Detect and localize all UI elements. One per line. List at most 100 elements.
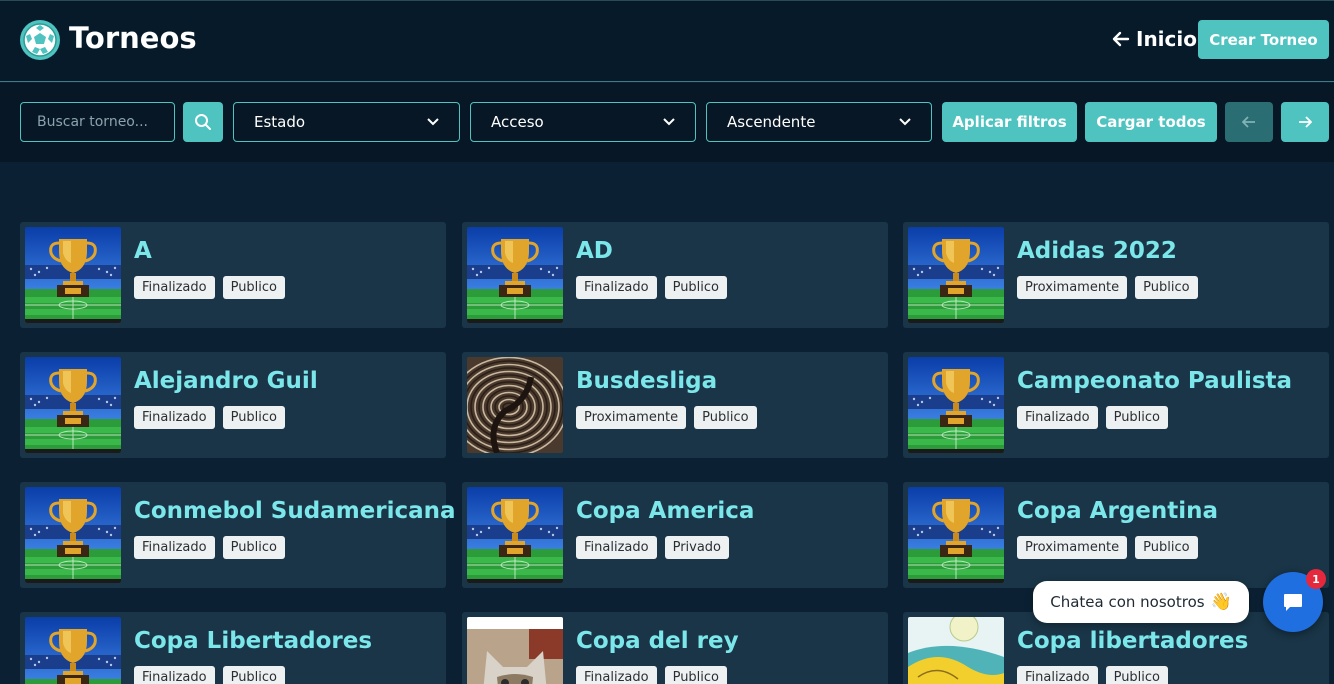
status-badge: Finalizado xyxy=(134,666,215,684)
status-select[interactable]: Estado xyxy=(233,102,460,142)
trophy-thumbnail xyxy=(467,487,563,583)
tournament-tags: Finalizado Publico xyxy=(134,276,286,299)
search-button[interactable] xyxy=(183,102,223,142)
tournament-tags: Proximamente Publico xyxy=(576,406,757,429)
tournament-card[interactable]: Copa del rey Finalizado Publico xyxy=(462,612,888,684)
arrow-left-icon xyxy=(1242,116,1255,128)
tournament-tags: Finalizado Publico xyxy=(134,536,286,559)
sketch-thumbnail xyxy=(908,617,1004,684)
home-link-label: Inicio xyxy=(1136,27,1197,51)
prev-page-button[interactable] xyxy=(1225,102,1273,142)
chevron-down-icon xyxy=(427,118,439,126)
chat-bubble[interactable]: Chatea con nosotros 👋 xyxy=(1033,581,1249,623)
tournament-tags: Finalizado Privado xyxy=(576,536,730,559)
trophy-thumbnail xyxy=(25,617,121,684)
home-link[interactable]: Inicio xyxy=(1110,27,1197,51)
chat-bubble-text: Chatea con nosotros xyxy=(1050,593,1205,611)
filter-bar: Buscar torneo... Estado Acceso Ascendent… xyxy=(0,83,1334,162)
tournament-card[interactable]: AD Finalizado Publico xyxy=(462,222,888,328)
page-title: Torneos xyxy=(69,21,197,55)
status-badge: Proximamente xyxy=(576,406,687,429)
tournament-card[interactable]: A Finalizado Publico xyxy=(20,222,446,328)
status-badge: Proximamente xyxy=(1017,536,1128,559)
kitten-thumbnail xyxy=(467,617,563,684)
trophy-thumbnail xyxy=(908,357,1004,453)
tournament-card[interactable]: Adidas 2022 Proximamente Publico xyxy=(903,222,1329,328)
access-badge: Publico xyxy=(222,536,286,559)
access-badge: Publico xyxy=(1105,406,1169,429)
tournament-name[interactable]: Alejandro Guil xyxy=(134,368,318,394)
tournament-card[interactable]: Conmebol Sudamericana Finalizado Publico xyxy=(20,482,456,588)
tournament-tags: Finalizado Publico xyxy=(576,276,728,299)
trophy-thumbnail xyxy=(908,227,1004,323)
access-badge: Publico xyxy=(694,406,757,429)
status-badge: Finalizado xyxy=(1017,666,1098,684)
tournament-name[interactable]: A xyxy=(134,238,152,264)
tournament-card[interactable]: Copa Libertadores Finalizado Publico xyxy=(20,612,446,684)
access-badge: Publico xyxy=(222,406,286,429)
search-icon xyxy=(195,114,211,130)
chat-icon xyxy=(1284,594,1302,611)
access-badge: Publico xyxy=(1135,276,1198,299)
tournament-name[interactable]: Copa Libertadores xyxy=(134,628,372,654)
tournament-name[interactable]: Copa Argentina xyxy=(1017,498,1218,524)
tournament-name[interactable]: Copa libertadores xyxy=(1017,628,1248,654)
tournament-name[interactable]: Conmebol Sudamericana xyxy=(134,498,456,524)
tournament-tags: Proximamente Publico xyxy=(1017,276,1198,299)
next-page-button[interactable] xyxy=(1281,102,1329,142)
status-badge: Finalizado xyxy=(134,276,215,299)
abstract-thumbnail xyxy=(467,357,563,453)
status-badge: Finalizado xyxy=(576,666,657,684)
access-badge: Privado xyxy=(664,536,730,559)
order-select[interactable]: Ascendente xyxy=(706,102,932,142)
tournament-tags: Finalizado Publico xyxy=(134,666,286,684)
tournament-name[interactable]: AD xyxy=(576,238,613,264)
tournament-tags: Finalizado Publico xyxy=(576,666,728,684)
soccer-ball-icon xyxy=(20,20,60,60)
access-badge: Publico xyxy=(1105,666,1169,684)
tournament-card[interactable]: Alejandro Guil Finalizado Publico xyxy=(20,352,446,458)
tournament-card[interactable]: Copa Argentina Proximamente Publico xyxy=(903,482,1329,588)
tournament-tags: Finalizado Publico xyxy=(134,406,286,429)
status-badge: Finalizado xyxy=(134,406,215,429)
create-tournament-button[interactable]: Crear Torneo xyxy=(1198,20,1329,59)
access-badge: Publico xyxy=(222,666,286,684)
access-badge: Publico xyxy=(664,666,728,684)
status-select-value: Estado xyxy=(254,113,306,131)
tournament-name[interactable]: Copa America xyxy=(576,498,754,524)
trophy-thumbnail xyxy=(908,487,1004,583)
tournament-card[interactable]: Campeonato Paulista Finalizado Publico xyxy=(903,352,1329,458)
access-badge: Publico xyxy=(222,276,286,299)
status-badge: Finalizado xyxy=(1017,406,1098,429)
trophy-thumbnail xyxy=(467,227,563,323)
tournament-tags: Proximamente Publico xyxy=(1017,536,1198,559)
tournament-tags: Finalizado Publico xyxy=(1017,406,1169,429)
apply-filters-button[interactable]: Aplicar filtros xyxy=(942,102,1077,142)
trophy-thumbnail xyxy=(25,487,121,583)
access-select-value: Acceso xyxy=(491,113,544,131)
chevron-down-icon xyxy=(663,118,675,126)
arrow-right-icon xyxy=(1299,116,1312,128)
tournament-name[interactable]: Busdesliga xyxy=(576,368,717,394)
tournament-name[interactable]: Campeonato Paulista xyxy=(1017,368,1292,394)
tournament-name[interactable]: Copa del rey xyxy=(576,628,739,654)
trophy-thumbnail xyxy=(25,227,121,323)
tournament-card[interactable]: Busdesliga Proximamente Publico xyxy=(462,352,888,458)
arrow-left-icon xyxy=(1112,31,1130,47)
chevron-down-icon xyxy=(899,118,911,126)
tournament-name[interactable]: Adidas 2022 xyxy=(1017,238,1177,264)
tournament-tags: Finalizado Publico xyxy=(1017,666,1169,684)
status-badge: Proximamente xyxy=(1017,276,1128,299)
top-header: Torneos Inicio Crear Torneo xyxy=(0,0,1334,82)
search-input[interactable]: Buscar torneo... xyxy=(20,102,175,142)
waving-hand-icon: 👋 xyxy=(1210,592,1232,612)
status-badge: Finalizado xyxy=(576,276,657,299)
access-select[interactable]: Acceso xyxy=(470,102,696,142)
chat-notification-badge: 1 xyxy=(1306,569,1326,589)
status-badge: Finalizado xyxy=(134,536,215,559)
access-badge: Publico xyxy=(1135,536,1198,559)
access-badge: Publico xyxy=(664,276,728,299)
load-all-button[interactable]: Cargar todos xyxy=(1085,102,1217,142)
trophy-thumbnail xyxy=(25,357,121,453)
tournament-card[interactable]: Copa America Finalizado Privado xyxy=(462,482,888,588)
